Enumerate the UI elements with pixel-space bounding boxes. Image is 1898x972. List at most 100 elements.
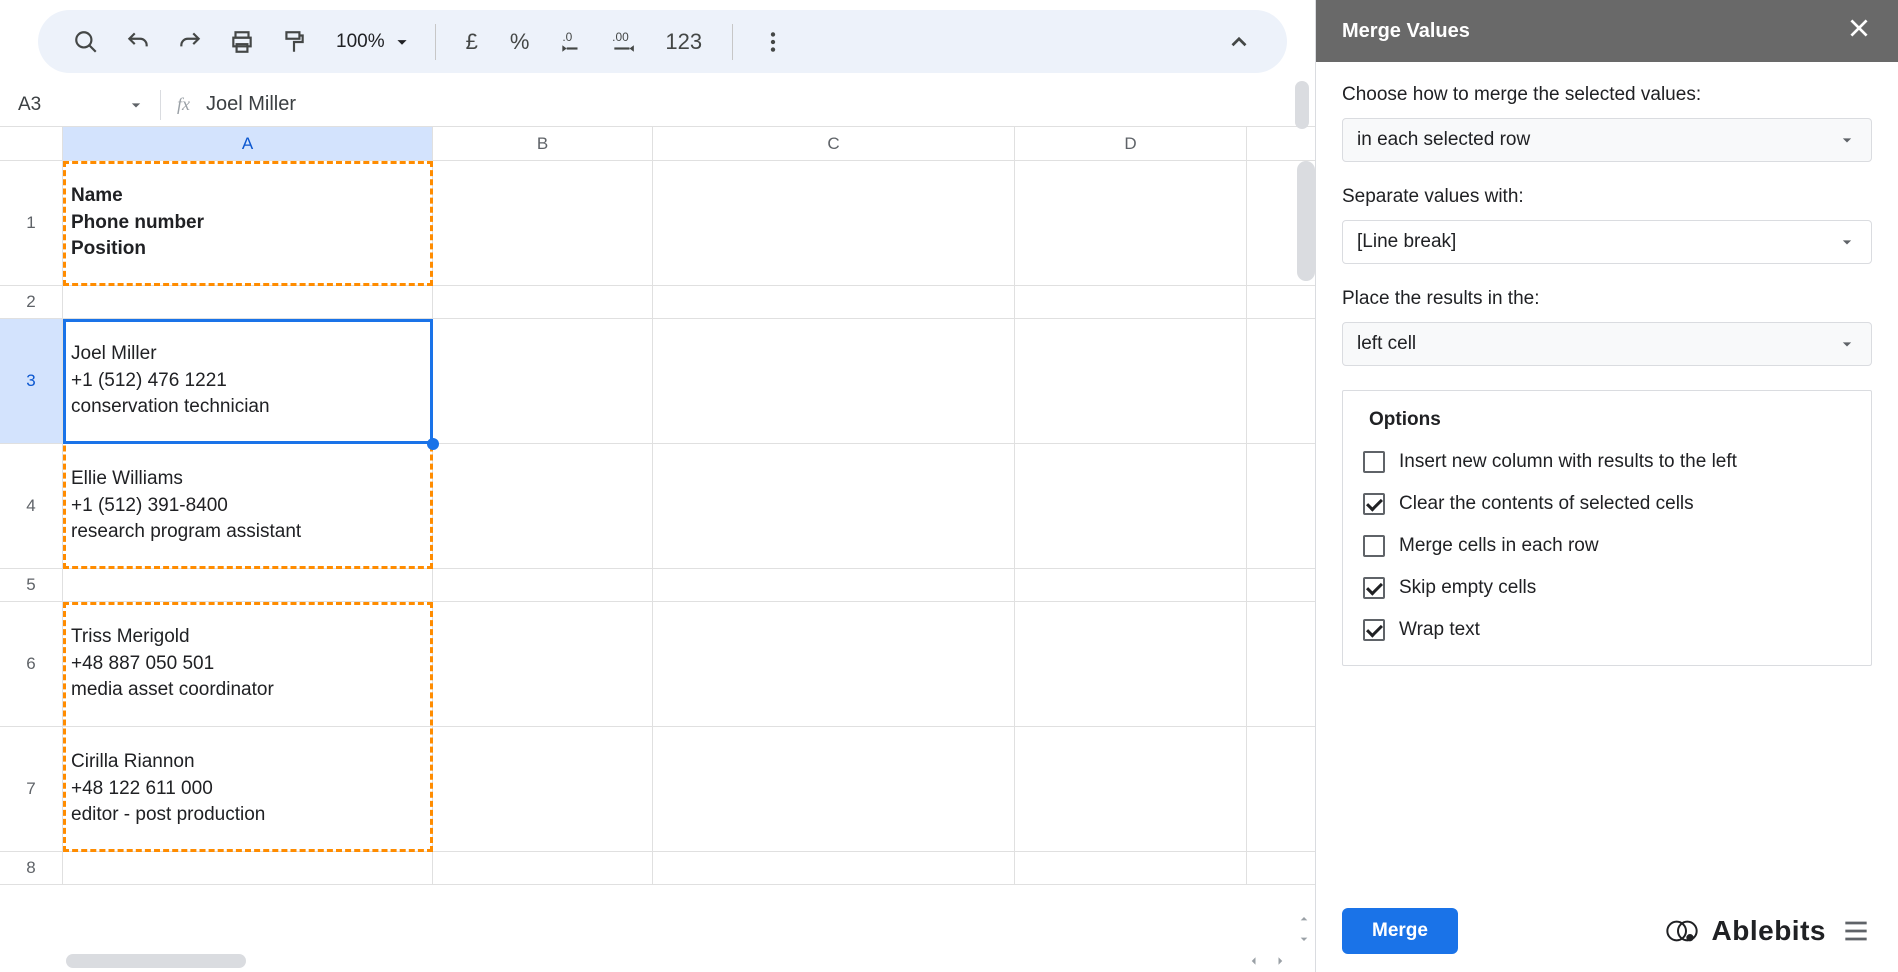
cell[interactable]: Cirilla Riannon+48 122 611 000editor - p… <box>63 727 433 851</box>
option-row[interactable]: Merge cells in each row <box>1363 525 1851 567</box>
cell[interactable] <box>1015 727 1247 851</box>
row-header[interactable]: 1 <box>0 161 63 285</box>
cell[interactable] <box>1015 444 1247 568</box>
cell[interactable] <box>1015 569 1247 601</box>
cell[interactable] <box>1015 602 1247 726</box>
tab-next-icon[interactable] <box>1271 952 1289 970</box>
cell[interactable] <box>653 569 1015 601</box>
option-row[interactable]: Insert new column with results to the le… <box>1363 441 1851 483</box>
cell[interactable] <box>433 444 653 568</box>
fx-label: fx <box>161 94 206 115</box>
increase-decimal-button[interactable]: .00 <box>601 20 645 64</box>
cell[interactable] <box>653 852 1015 884</box>
row-header[interactable]: 3 <box>0 319 63 443</box>
formula-input[interactable]: Joel Miller <box>206 93 296 116</box>
cell[interactable] <box>1015 286 1247 318</box>
cell[interactable] <box>433 852 653 884</box>
zoom-dropdown[interactable]: 100% <box>324 31 417 53</box>
scroll-up-icon[interactable] <box>1295 910 1313 928</box>
paint-format-icon[interactable] <box>272 20 316 64</box>
cell[interactable] <box>433 727 653 851</box>
column-header-a[interactable]: A <box>63 127 433 160</box>
panel-title: Merge Values <box>1342 20 1470 43</box>
option-row[interactable]: Clear the contents of selected cells <box>1363 483 1851 525</box>
brand: Ablebits <box>1666 915 1872 947</box>
decrease-decimal-button[interactable]: .0 <box>549 20 593 64</box>
merge-how-select[interactable]: in each selected row <box>1342 118 1872 162</box>
row-header[interactable]: 7 <box>0 727 63 851</box>
name-box[interactable]: A3 <box>0 94 160 116</box>
option-label: Merge cells in each row <box>1399 535 1599 557</box>
cell[interactable]: Joel Miller+1 (512) 476 1221conservation… <box>63 319 433 443</box>
hamburger-icon[interactable] <box>1840 915 1872 947</box>
cell[interactable] <box>63 569 433 601</box>
row-header[interactable]: 4 <box>0 444 63 568</box>
place-label: Place the results in the: <box>1342 288 1872 310</box>
separator-label: Separate values with: <box>1342 186 1872 208</box>
scroll-down-icon[interactable] <box>1295 930 1313 948</box>
cell[interactable] <box>63 852 433 884</box>
vertical-scrollbar[interactable] <box>1297 161 1315 281</box>
grid-row: 3Joel Miller+1 (512) 476 1221conservatio… <box>0 319 1315 444</box>
checkbox[interactable] <box>1363 535 1385 557</box>
cell[interactable] <box>653 319 1015 443</box>
column-header-d[interactable]: D <box>1015 127 1247 160</box>
row-header[interactable]: 2 <box>0 286 63 318</box>
cell[interactable] <box>653 286 1015 318</box>
redo-icon[interactable] <box>168 20 212 64</box>
select-all-corner[interactable] <box>0 127 63 160</box>
currency-format-button[interactable]: £ <box>454 29 490 55</box>
spreadsheet-grid[interactable]: A B C D 1NamePhone numberPosition23Joel … <box>0 127 1315 972</box>
cell[interactable] <box>433 319 653 443</box>
more-icon[interactable] <box>751 20 795 64</box>
merge-how-value: in each selected row <box>1357 129 1530 151</box>
fill-handle[interactable] <box>427 438 439 450</box>
row-header[interactable]: 8 <box>0 852 63 884</box>
checkbox[interactable] <box>1363 451 1385 473</box>
row-header[interactable]: 5 <box>0 569 63 601</box>
cell[interactable] <box>1015 319 1247 443</box>
formula-scrollbar[interactable] <box>1295 81 1309 129</box>
cell[interactable] <box>653 727 1015 851</box>
column-header-c[interactable]: C <box>653 127 1015 160</box>
undo-icon[interactable] <box>116 20 160 64</box>
checkbox[interactable] <box>1363 577 1385 599</box>
collapse-toolbar-icon[interactable] <box>1217 20 1261 64</box>
column-header-b[interactable]: B <box>433 127 653 160</box>
horizontal-scrollbar[interactable] <box>66 954 246 968</box>
toolbar: 100% £ % .0 .00 123 <box>38 10 1287 73</box>
cell[interactable] <box>433 286 653 318</box>
cell[interactable] <box>653 444 1015 568</box>
cell[interactable] <box>63 286 433 318</box>
percent-format-button[interactable]: % <box>498 29 542 55</box>
place-select[interactable]: left cell <box>1342 322 1872 366</box>
merge-button[interactable]: Merge <box>1342 908 1458 954</box>
cell[interactable] <box>1015 852 1247 884</box>
grid-row: 6Triss Merigold+48 887 050 501media asse… <box>0 602 1315 727</box>
grid-row: 5 <box>0 569 1315 602</box>
cell[interactable] <box>433 161 653 285</box>
option-row[interactable]: Wrap text <box>1363 609 1851 651</box>
close-icon[interactable] <box>1846 15 1872 47</box>
tab-prev-icon[interactable] <box>1245 952 1263 970</box>
grid-row: 1NamePhone numberPosition <box>0 161 1315 286</box>
zoom-value: 100% <box>336 31 385 53</box>
cell[interactable] <box>1015 161 1247 285</box>
cell[interactable] <box>433 602 653 726</box>
cell[interactable] <box>653 161 1015 285</box>
checkbox[interactable] <box>1363 619 1385 641</box>
cell[interactable] <box>653 602 1015 726</box>
cell[interactable]: Ellie Williams+1 (512) 391-8400research … <box>63 444 433 568</box>
place-value: left cell <box>1357 333 1416 355</box>
more-formats-button[interactable]: 123 <box>653 29 714 55</box>
panel-header: Merge Values <box>1316 0 1898 62</box>
separator-select[interactable]: [Line break] <box>1342 220 1872 264</box>
cell[interactable] <box>433 569 653 601</box>
cell[interactable]: Triss Merigold+48 887 050 501media asset… <box>63 602 433 726</box>
checkbox[interactable] <box>1363 493 1385 515</box>
option-row[interactable]: Skip empty cells <box>1363 567 1851 609</box>
search-icon[interactable] <box>64 20 108 64</box>
cell[interactable]: NamePhone numberPosition <box>63 161 433 285</box>
print-icon[interactable] <box>220 20 264 64</box>
row-header[interactable]: 6 <box>0 602 63 726</box>
